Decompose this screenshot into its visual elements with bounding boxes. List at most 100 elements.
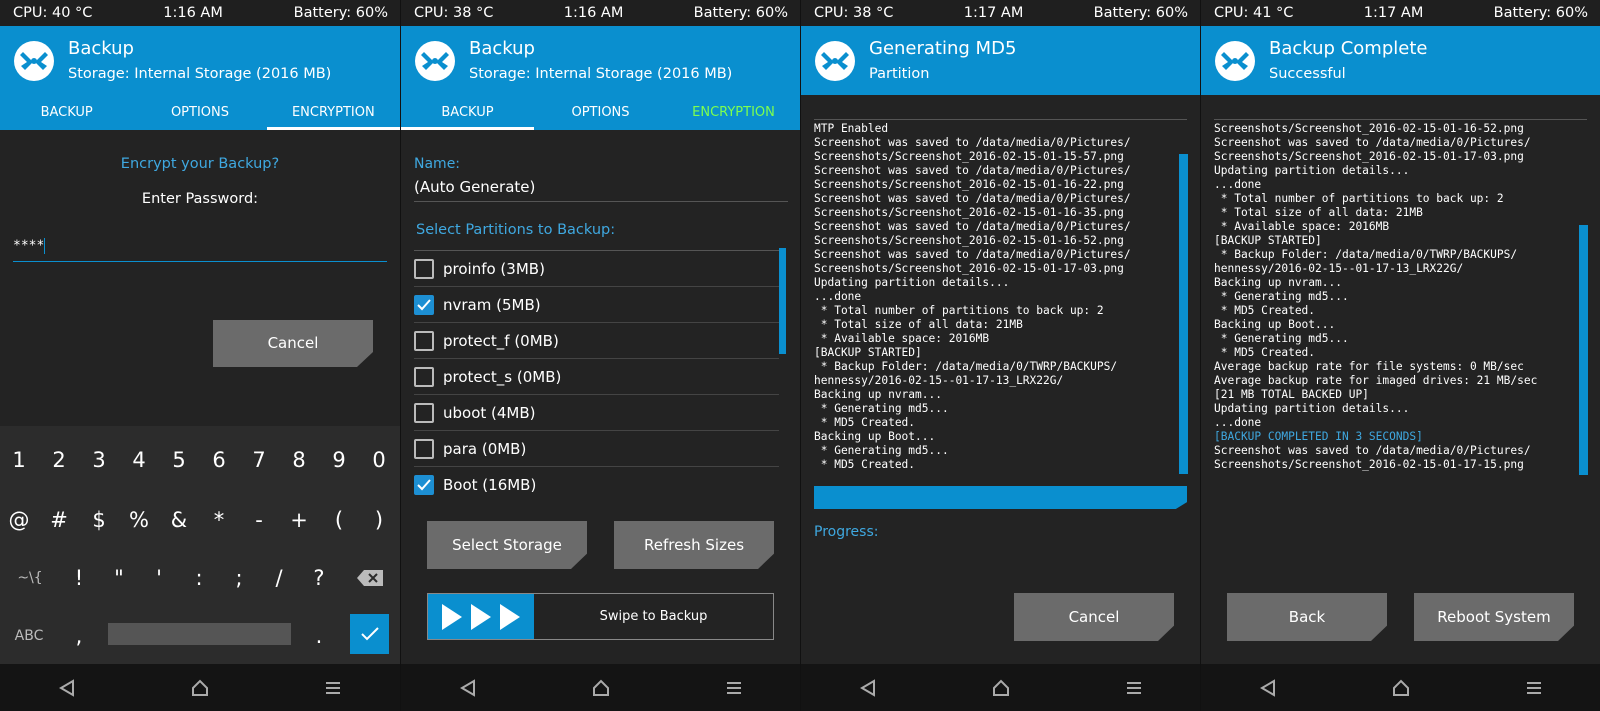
reboot-system-button[interactable]: Reboot System (1414, 593, 1574, 641)
menu-icon[interactable] (321, 676, 345, 700)
partition-row[interactable]: protect_f (0MB) (414, 323, 779, 359)
tab-encryption[interactable]: ENCRYPTION (667, 95, 800, 130)
partition-label: uboot (4MB) (443, 403, 536, 422)
key[interactable]: : (180, 550, 218, 606)
key[interactable]: ) (360, 492, 398, 548)
console-line: Screenshots/Screenshot_2016-02-15-01-17-… (1214, 150, 1524, 163)
tab-options[interactable]: OPTIONS (534, 95, 667, 130)
console-scrollbar[interactable] (1579, 225, 1588, 475)
partition-row[interactable]: protect_s (0MB) (414, 359, 779, 395)
console-line: Backing up nvram... (1214, 276, 1342, 289)
home-icon[interactable] (989, 676, 1013, 700)
back-triangle-icon[interactable] (1256, 676, 1280, 700)
encrypt-question: Encrypt your Backup? (120, 156, 280, 172)
backup-name-field[interactable]: (Auto Generate) (414, 178, 788, 202)
checkbox-unchecked-icon[interactable] (414, 258, 434, 279)
spacebar-key[interactable] (108, 623, 291, 645)
key[interactable]: + (280, 492, 318, 548)
checkbox-checked-icon[interactable] (414, 294, 434, 315)
password-field[interactable]: **** (13, 234, 387, 262)
console-line: Backing up Boot... (814, 430, 936, 443)
partition-row[interactable]: para (0MB) (414, 431, 779, 467)
key[interactable]: & (160, 492, 198, 548)
key[interactable]: # (40, 492, 78, 548)
key[interactable]: ' (140, 550, 178, 606)
key[interactable]: . (300, 608, 338, 664)
text-caret (44, 238, 46, 254)
console-scrollbar[interactable] (1179, 154, 1188, 474)
backspace-key[interactable] (350, 550, 390, 606)
key[interactable]: 7 (240, 432, 278, 488)
checkbox-unchecked-icon[interactable] (414, 438, 434, 459)
partition-row[interactable]: uboot (4MB) (414, 395, 779, 431)
cancel-button[interactable]: Cancel (213, 320, 373, 367)
cpu-temp: CPU: 38 °C (814, 5, 894, 21)
partition-label: para (0MB) (443, 439, 527, 458)
home-icon[interactable] (589, 676, 613, 700)
console-line: Screenshot was saved to /data/media/0/Pi… (814, 192, 1131, 205)
key[interactable]: 0 (360, 432, 398, 488)
key[interactable]: , (60, 608, 98, 664)
menu-icon[interactable] (1122, 676, 1146, 700)
checkbox-unchecked-icon[interactable] (414, 330, 434, 351)
key[interactable]: 9 (320, 432, 358, 488)
key[interactable]: - (240, 492, 278, 548)
menu-icon[interactable] (1522, 676, 1546, 700)
swipe-to-backup-slider[interactable]: Swipe to Backup (427, 593, 774, 640)
tab-options[interactable]: OPTIONS (133, 95, 266, 130)
partition-label: proinfo (3MB) (443, 259, 545, 278)
partition-row[interactable]: Boot (16MB) (414, 467, 779, 496)
password-label: Enter Password: (141, 191, 259, 207)
tab-bar: BACKUP OPTIONS ENCRYPTION (0, 95, 400, 130)
console-line: * MD5 Created. (814, 458, 916, 471)
key[interactable]: $ (80, 492, 118, 548)
key[interactable]: ? (300, 550, 338, 606)
key[interactable]: 3 (80, 432, 118, 488)
key[interactable]: % (120, 492, 158, 548)
key[interactable]: 8 (280, 432, 318, 488)
tab-backup[interactable]: BACKUP (401, 95, 534, 130)
key[interactable]: 1 (0, 432, 38, 488)
key[interactable]: ! (60, 550, 98, 606)
home-icon[interactable] (188, 676, 212, 700)
partition-row[interactable]: nvram (5MB) (414, 287, 779, 323)
back-triangle-icon[interactable] (856, 676, 880, 700)
key[interactable]: ; (220, 550, 258, 606)
key[interactable]: 5 (160, 432, 198, 488)
key-abc[interactable]: ABC (6, 608, 52, 664)
tab-backup[interactable]: BACKUP (0, 95, 133, 130)
tab-encryption[interactable]: ENCRYPTION (267, 95, 400, 130)
console-line: Updating partition details... (1214, 164, 1410, 177)
home-icon[interactable] (1389, 676, 1413, 700)
screen-backup: CPU: 38 °C 1:16 AM Battery: 60% Backup S… (400, 0, 800, 711)
key[interactable]: 4 (120, 432, 158, 488)
checkbox-unchecked-icon[interactable] (414, 366, 434, 387)
partition-label: Boot (16MB) (443, 475, 537, 494)
swipe-handle[interactable] (428, 594, 534, 639)
back-triangle-icon[interactable] (456, 676, 480, 700)
key[interactable]: * (200, 492, 238, 548)
key[interactable]: / (260, 550, 298, 606)
enter-key[interactable] (350, 614, 389, 654)
partition-list: proinfo (3MB) nvram (5MB) protect_f (0MB… (414, 250, 779, 496)
back-button[interactable]: Back (1227, 593, 1387, 641)
checkbox-unchecked-icon[interactable] (414, 402, 434, 423)
refresh-sizes-button[interactable]: Refresh Sizes (614, 521, 774, 569)
key[interactable]: @ (0, 492, 38, 548)
menu-icon[interactable] (722, 676, 746, 700)
page-subtitle: Partition (869, 65, 930, 82)
key[interactable]: 2 (40, 432, 78, 488)
key[interactable]: " (100, 550, 138, 606)
key[interactable]: ( (320, 492, 358, 548)
checkbox-checked-icon[interactable] (414, 474, 434, 495)
back-triangle-icon[interactable] (55, 676, 79, 700)
select-storage-button[interactable]: Select Storage (427, 521, 587, 569)
partition-row[interactable]: proinfo (3MB) (414, 251, 779, 287)
key-more-symbols[interactable]: ~\{ (8, 550, 52, 606)
key[interactable]: 6 (200, 432, 238, 488)
partition-list-scrollbar[interactable] (779, 248, 786, 354)
checkmark-icon (360, 627, 379, 641)
cancel-button[interactable]: Cancel (1014, 593, 1174, 641)
console-line: Screenshot was saved to /data/media/0/Pi… (814, 164, 1131, 177)
status-bar: CPU: 40 °C 1:16 AM Battery: 60% (0, 0, 400, 26)
